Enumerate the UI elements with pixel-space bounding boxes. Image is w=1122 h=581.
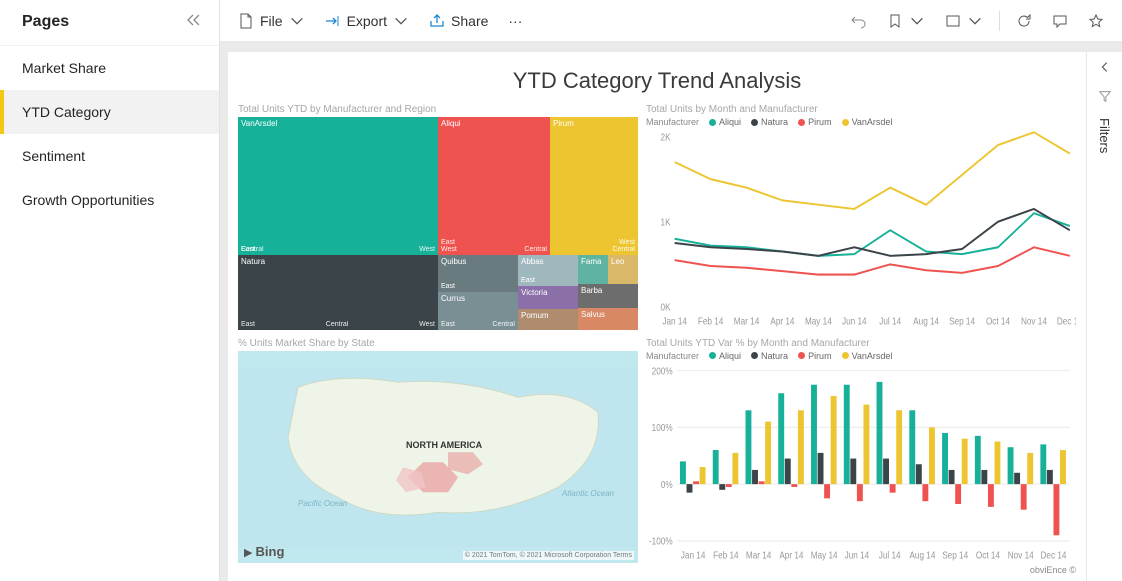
collapse-sidebar-icon[interactable] <box>185 12 201 31</box>
toolbar: File Export Share ··· <box>220 0 1122 42</box>
svg-text:Apr 14: Apr 14 <box>770 316 794 327</box>
line-chart-tile[interactable]: Total Units by Month and Manufacturer Ma… <box>646 104 1076 330</box>
svg-text:Mar 14: Mar 14 <box>746 549 771 560</box>
comment-button[interactable] <box>1044 9 1076 33</box>
more-menu[interactable]: ··· <box>500 9 530 33</box>
bar-chart-tile[interactable]: Total Units YTD Var % by Month and Manuf… <box>646 338 1076 564</box>
svg-text:Apr 14: Apr 14 <box>779 549 803 560</box>
svg-text:Jul 14: Jul 14 <box>879 316 901 327</box>
filter-icon <box>1098 89 1112 106</box>
line-legend: Manufacturer Aliqui Natura Pirum VanArsd… <box>646 117 1076 127</box>
page-item-ytd-category[interactable]: YTD Category <box>0 90 219 134</box>
pages-sidebar: Pages Market Share YTD Category Sentimen… <box>0 0 220 581</box>
export-menu[interactable]: Export <box>317 9 417 33</box>
svg-text:Nov 14: Nov 14 <box>1008 549 1034 560</box>
pages-title: Pages <box>22 13 69 31</box>
svg-text:2K: 2K <box>661 132 671 143</box>
svg-text:Aug 14: Aug 14 <box>909 549 935 560</box>
svg-text:Jun 14: Jun 14 <box>842 316 867 327</box>
svg-text:Oct 14: Oct 14 <box>976 549 1000 560</box>
view-menu[interactable] <box>937 9 991 33</box>
svg-text:Aug 14: Aug 14 <box>913 316 939 327</box>
svg-text:Nov 14: Nov 14 <box>1021 316 1047 327</box>
undo-button[interactable] <box>843 9 875 33</box>
svg-text:Mar 14: Mar 14 <box>734 316 759 327</box>
refresh-button[interactable] <box>1008 9 1040 33</box>
svg-text:May 14: May 14 <box>805 316 832 327</box>
svg-text:Dec 14: Dec 14 <box>1041 549 1067 560</box>
svg-text:Feb 14: Feb 14 <box>698 316 723 327</box>
svg-text:Jul 14: Jul 14 <box>879 549 901 560</box>
report-footer: obviEnce © <box>238 563 1076 575</box>
bar-chart-viz: -100% 0% 100% 200% Jan 14 Feb 14 Mar 14 Apr 14 M… <box>646 363 1076 564</box>
svg-text:Jan 14: Jan 14 <box>662 316 687 327</box>
svg-text:0K: 0K <box>661 302 671 313</box>
svg-text:0%: 0% <box>661 479 673 490</box>
line-chart-viz: 0K 1K 2K Jan 14 Feb 14 Mar 14 Apr 14 May 14 Jun … <box>646 129 1076 330</box>
map-tile[interactable]: % Units Market Share by State NORTH AMER… <box>238 338 638 564</box>
svg-text:200%: 200% <box>652 365 673 376</box>
svg-text:100%: 100% <box>652 422 673 433</box>
page-item-growth-opportunities[interactable]: Growth Opportunities <box>0 178 219 222</box>
bar-legend: Manufacturer Aliqui Natura Pirum VanArsd… <box>646 351 1076 361</box>
treemap-tile[interactable]: Total Units YTD by Manufacturer and Regi… <box>238 104 638 330</box>
filters-pane[interactable]: Filters <box>1086 52 1122 581</box>
svg-text:Sep 14: Sep 14 <box>949 316 975 327</box>
svg-text:Sep 14: Sep 14 <box>942 549 968 560</box>
svg-text:1K: 1K <box>661 217 671 228</box>
page-item-market-share[interactable]: Market Share <box>0 46 219 90</box>
file-menu[interactable]: File <box>230 9 313 33</box>
svg-text:May 14: May 14 <box>811 549 838 560</box>
svg-text:Jun 14: Jun 14 <box>845 549 870 560</box>
treemap-viz: VanArsdelEastCentralWest AliquiEastWestC… <box>238 117 638 330</box>
expand-filters-icon[interactable] <box>1098 60 1112 77</box>
report-title: YTD Category Trend Analysis <box>238 62 1076 104</box>
bing-logo: ▶ Bing <box>244 544 284 559</box>
svg-text:Feb 14: Feb 14 <box>713 549 738 560</box>
favorite-button[interactable] <box>1080 9 1112 33</box>
svg-text:Jan 14: Jan 14 <box>681 549 706 560</box>
svg-text:Oct 14: Oct 14 <box>986 316 1010 327</box>
bookmark-menu[interactable] <box>879 9 933 33</box>
map-viz: NORTH AMERICA Pacific Ocean Atlantic Oce… <box>238 351 638 564</box>
svg-text:-100%: -100% <box>649 535 673 546</box>
svg-text:Dec 14: Dec 14 <box>1057 316 1076 327</box>
report-canvas: YTD Category Trend Analysis Total Units … <box>228 52 1086 581</box>
page-item-sentiment[interactable]: Sentiment <box>0 134 219 178</box>
share-button[interactable]: Share <box>421 9 496 33</box>
